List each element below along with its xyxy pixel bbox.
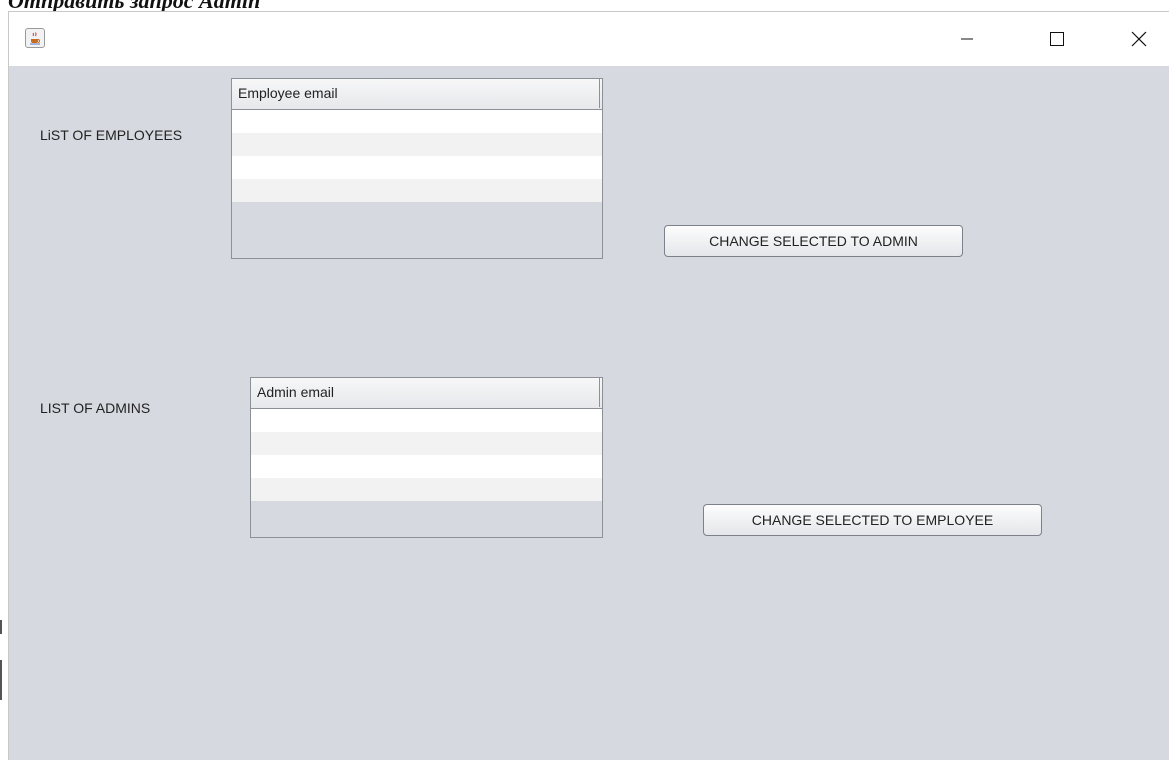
close-icon — [1131, 31, 1147, 47]
app-window: LiST OF EMPLOYEES Employee email CHANGE … — [8, 11, 1169, 760]
maximize-button[interactable] — [1034, 12, 1080, 66]
minimize-icon — [961, 38, 973, 40]
employee-email-column-header[interactable]: Employee email — [232, 79, 600, 108]
table-row[interactable] — [232, 179, 602, 202]
admins-table-header: Admin email — [251, 378, 602, 409]
title-bar[interactable] — [9, 12, 1169, 66]
maximize-icon — [1050, 32, 1064, 46]
admins-list-label: LIST OF ADMINS — [40, 400, 151, 416]
background-edge — [0, 620, 2, 634]
java-coffee-icon[interactable] — [25, 28, 45, 48]
employees-list-label: LiST OF EMPLOYEES — [40, 127, 183, 143]
background-edge — [0, 660, 2, 700]
table-row[interactable] — [232, 110, 602, 133]
table-row[interactable] — [232, 156, 602, 179]
table-row[interactable] — [251, 455, 602, 478]
admin-email-column-header[interactable]: Admin email — [251, 378, 600, 407]
employees-table-header: Employee email — [232, 79, 602, 110]
employees-table[interactable]: Employee email — [231, 78, 603, 259]
minimize-button[interactable] — [944, 12, 990, 66]
close-button[interactable] — [1116, 12, 1162, 66]
table-row[interactable] — [232, 133, 602, 156]
admins-table[interactable]: Admin email — [250, 377, 603, 538]
change-to-admin-button[interactable]: CHANGE SELECTED TO ADMIN — [664, 225, 963, 257]
table-row[interactable] — [251, 478, 602, 501]
change-to-employee-button[interactable]: CHANGE SELECTED TO EMPLOYEE — [703, 504, 1042, 536]
table-row[interactable] — [251, 432, 602, 455]
table-row[interactable] — [251, 409, 602, 432]
